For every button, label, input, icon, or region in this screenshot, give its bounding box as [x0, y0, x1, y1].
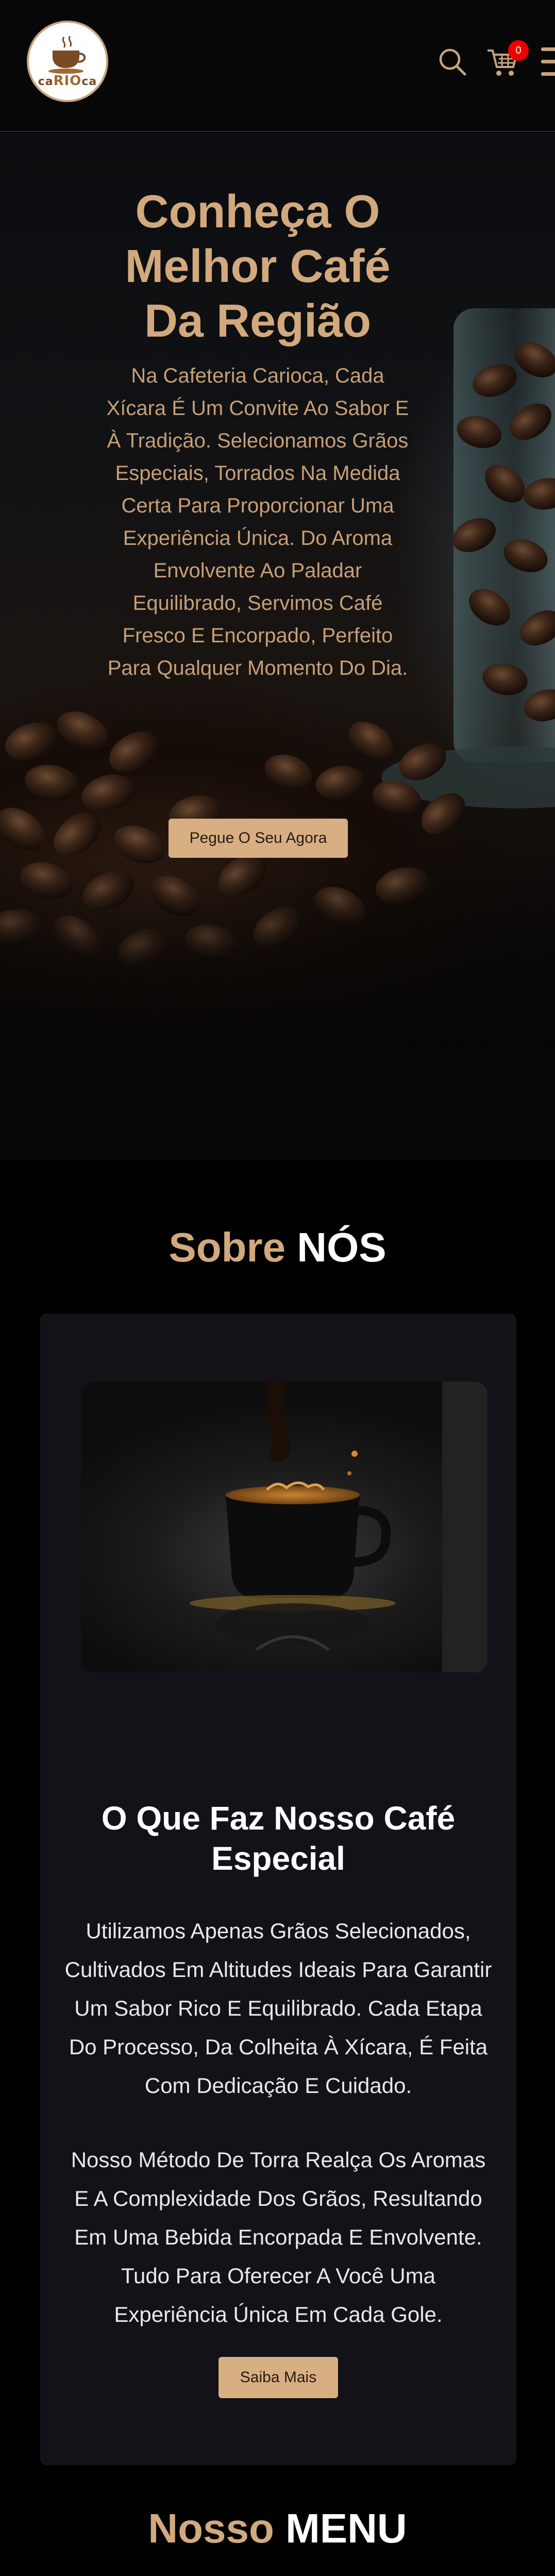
- about-paragraph-2: Nosso Método De Torra Realça Os Aromas E…: [71, 2148, 486, 2326]
- learn-more-button[interactable]: Saiba Mais: [218, 2357, 338, 2398]
- site-header: caRIOca 0: [0, 0, 555, 132]
- about-section-title: Sobre NÓS: [0, 1222, 555, 1273]
- hero-description: Na Cafeteria Carioca, Cada Xícara É Um C…: [106, 364, 409, 679]
- hero-section: Conheça O Melhor Café Da Região Na Cafet…: [0, 133, 555, 1160]
- order-now-button[interactable]: Pegue O Seu Agora: [169, 819, 348, 858]
- hero-title: Conheça O Melhor Café Da Região: [125, 186, 391, 347]
- coffee-cup-logo-icon: [48, 36, 86, 74]
- brand-logo[interactable]: caRIOca: [27, 21, 108, 102]
- menu-title-accent: Nosso: [148, 2505, 274, 2551]
- cart-count-badge: 0: [508, 40, 529, 61]
- coffee-cup-pour-image: [81, 1382, 487, 1672]
- brand-name: caRIOca: [38, 73, 97, 89]
- about-paragraph-1: Utilizamos Apenas Grãos Selecionados, Cu…: [64, 1919, 492, 2098]
- menu-section-title: Nosso MENU: [0, 2503, 555, 2554]
- about-card: O Que Faz Nosso Café Especial Utilizamos…: [40, 1314, 516, 2465]
- about-title-accent: Sobre: [169, 1224, 286, 1270]
- about-card-title: O Que Faz Nosso Café Especial: [101, 1800, 456, 1877]
- hero-bottom-fade: [0, 855, 555, 1160]
- hero-content: Conheça O Melhor Café Da Região Na Cafet…: [103, 185, 412, 685]
- about-title-main: NÓS: [297, 1224, 386, 1270]
- hamburger-menu-icon[interactable]: [541, 45, 555, 78]
- search-icon[interactable]: [438, 47, 467, 76]
- menu-title-main: MENU: [285, 2505, 407, 2551]
